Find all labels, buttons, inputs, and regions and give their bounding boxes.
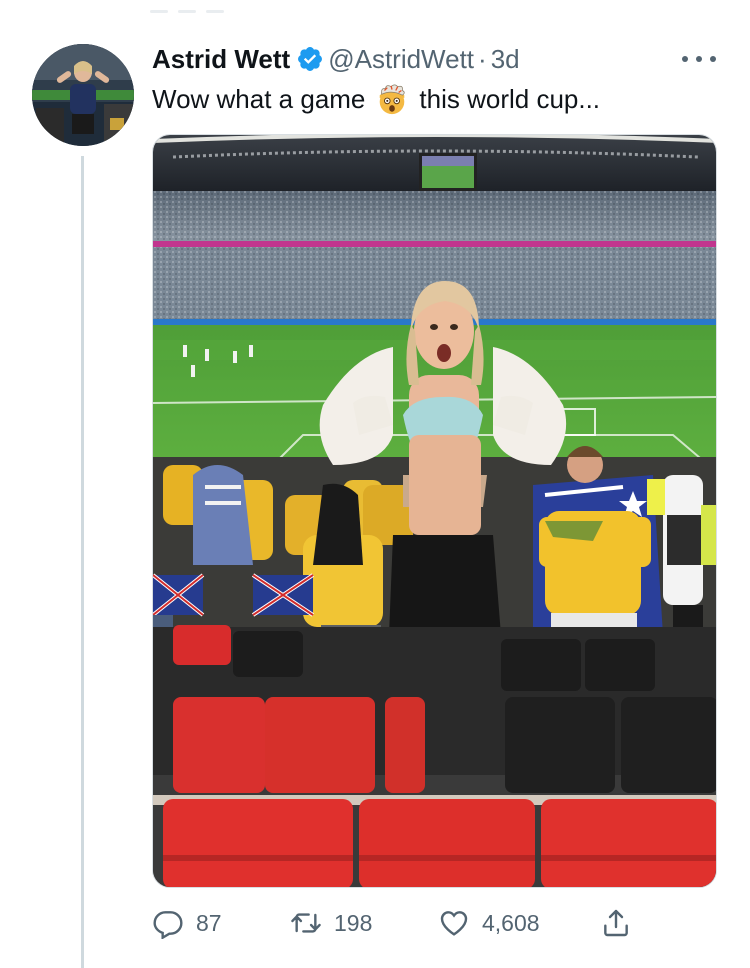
- tweet-header: Astrid Wett @AstridWett · 3d: [152, 42, 520, 76]
- reply-icon: [153, 911, 183, 939]
- retweet-button[interactable]: 198: [290, 900, 438, 946]
- share-button[interactable]: [600, 900, 632, 946]
- tweet-text: Wow what a game this world cup...: [152, 80, 600, 118]
- exploding-head-emoji-icon: [380, 84, 406, 115]
- reply-count: 87: [196, 909, 222, 936]
- timestamp[interactable]: 3d: [491, 44, 520, 75]
- avatar-image: [32, 44, 134, 146]
- tweet-actions: 87 198 4,608: [152, 900, 632, 946]
- stadium-photo: [153, 135, 716, 887]
- retweet-count: 198: [334, 909, 373, 936]
- avatar[interactable]: [32, 44, 134, 146]
- separator-dot: ·: [478, 43, 487, 74]
- verified-badge-icon: [298, 47, 323, 71]
- thread-line: [81, 156, 84, 968]
- share-icon: [604, 909, 628, 937]
- heart-icon: [440, 911, 468, 936]
- more-options-icon[interactable]: [682, 52, 716, 66]
- reply-button[interactable]: 87: [152, 900, 290, 946]
- tweet-text-before: Wow what a game: [152, 83, 366, 114]
- tweet-photo[interactable]: [152, 134, 717, 888]
- tweet-text-after: this world cup...: [419, 83, 601, 114]
- retweet-icon: [291, 913, 321, 933]
- like-button[interactable]: 4,608: [438, 900, 600, 946]
- top-edge-fragment: [0, 0, 750, 22]
- display-name[interactable]: Astrid Wett: [152, 44, 290, 75]
- like-count: 4,608: [482, 909, 540, 936]
- user-handle[interactable]: @AstridWett: [328, 44, 474, 75]
